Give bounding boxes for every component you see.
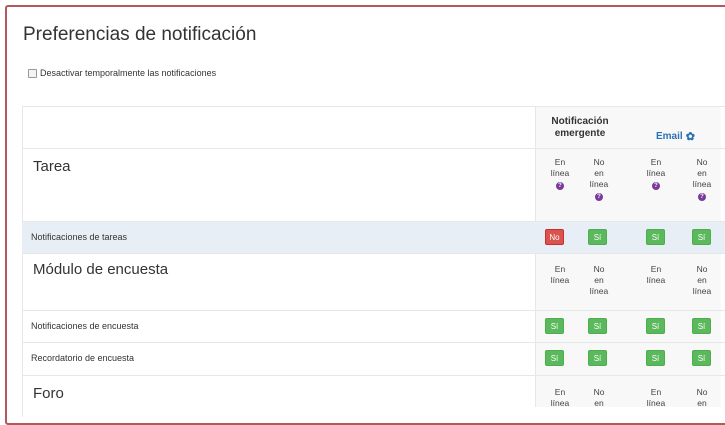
help-icon[interactable]: ? [698,193,706,201]
row-separator [22,342,725,343]
offline-word: No [696,264,708,274]
email-online-toggle[interactable]: Sí [646,318,665,334]
offline-word: en [594,398,604,408]
offline-word: línea [589,286,609,296]
disable-notifications-label: Desactivar temporalmente las notificacio… [40,68,217,78]
section-title-tarea: Tarea [33,158,71,175]
state-offline: No en línea ? [586,157,612,201]
email-offline-toggle[interactable]: Sí [692,350,711,366]
row-separator [22,375,725,376]
offline-word: No [593,387,605,397]
email-offline-toggle[interactable]: Sí [692,318,711,334]
popup-offline-toggle[interactable]: Sí [588,318,607,334]
help-icon[interactable]: ? [652,182,660,190]
popup-offline-toggle[interactable]: Sí [588,350,607,366]
row-separator [22,310,725,311]
offline-word: en [697,398,707,408]
offline-word: línea [692,286,712,296]
online-label: En línea [646,157,666,178]
email-label: Email [656,131,683,142]
page-title: Preferencias de notificación [23,24,257,45]
offline-word: línea [692,179,712,189]
help-icon[interactable]: ? [595,193,603,201]
state-online: En línea [643,264,669,286]
email-online-toggle[interactable]: Sí [646,229,665,245]
offline-word: en [697,168,707,178]
offline-word: No [593,264,605,274]
state-online: En línea ? [547,157,573,190]
offline-word: No [696,157,708,167]
online-label: En línea [550,157,570,178]
disable-notifications-checkbox[interactable] [28,68,37,78]
column-header-popup: Notificación emergente [551,116,609,139]
state-offline: No en [689,387,715,409]
offline-word: línea [589,179,609,189]
row-label: Notificaciones de encuesta [31,321,139,331]
state-online: En línea ? [643,157,669,190]
section-title-foro: Foro [33,385,64,402]
row-separator [22,221,725,222]
email-offline-toggle[interactable]: Sí [692,229,711,245]
popup-online-toggle[interactable]: Sí [545,318,564,334]
offline-word: en [594,275,604,285]
offline-word: en [697,275,707,285]
state-online: En línea [547,387,573,409]
offline-word: en [594,168,604,178]
row-separator [22,253,725,254]
state-offline: No en línea [586,264,612,297]
offline-word: No [593,157,605,167]
online-label: En línea [646,387,666,408]
popup-online-toggle[interactable]: No [545,229,564,245]
row-label: Recordatorio de encuesta [31,353,135,363]
column-header-email[interactable]: Email ✿ [656,130,695,143]
state-offline: No en línea [689,264,715,297]
disable-notifications-toggle[interactable]: Desactivar temporalmente las notificacio… [28,68,216,78]
state-offline: No en línea ? [689,157,715,201]
gear-icon[interactable]: ✿ [686,130,695,143]
state-offline: No en [586,387,612,409]
email-online-toggle[interactable]: Sí [646,350,665,366]
state-online: En línea [643,387,669,409]
state-online: En línea [547,264,573,286]
online-label: En línea [646,264,666,285]
popup-offline-toggle[interactable]: Sí [588,229,607,245]
online-label: En línea [550,387,570,408]
online-label: En línea [550,264,570,285]
offline-word: No [696,387,708,397]
row-separator [22,148,725,149]
help-icon[interactable]: ? [556,182,564,190]
section-title-encuesta: Módulo de encuesta [33,261,169,278]
popup-online-toggle[interactable]: Sí [545,350,564,366]
row-label: Notificaciones de tareas [31,232,128,242]
row-highlight [22,221,725,253]
